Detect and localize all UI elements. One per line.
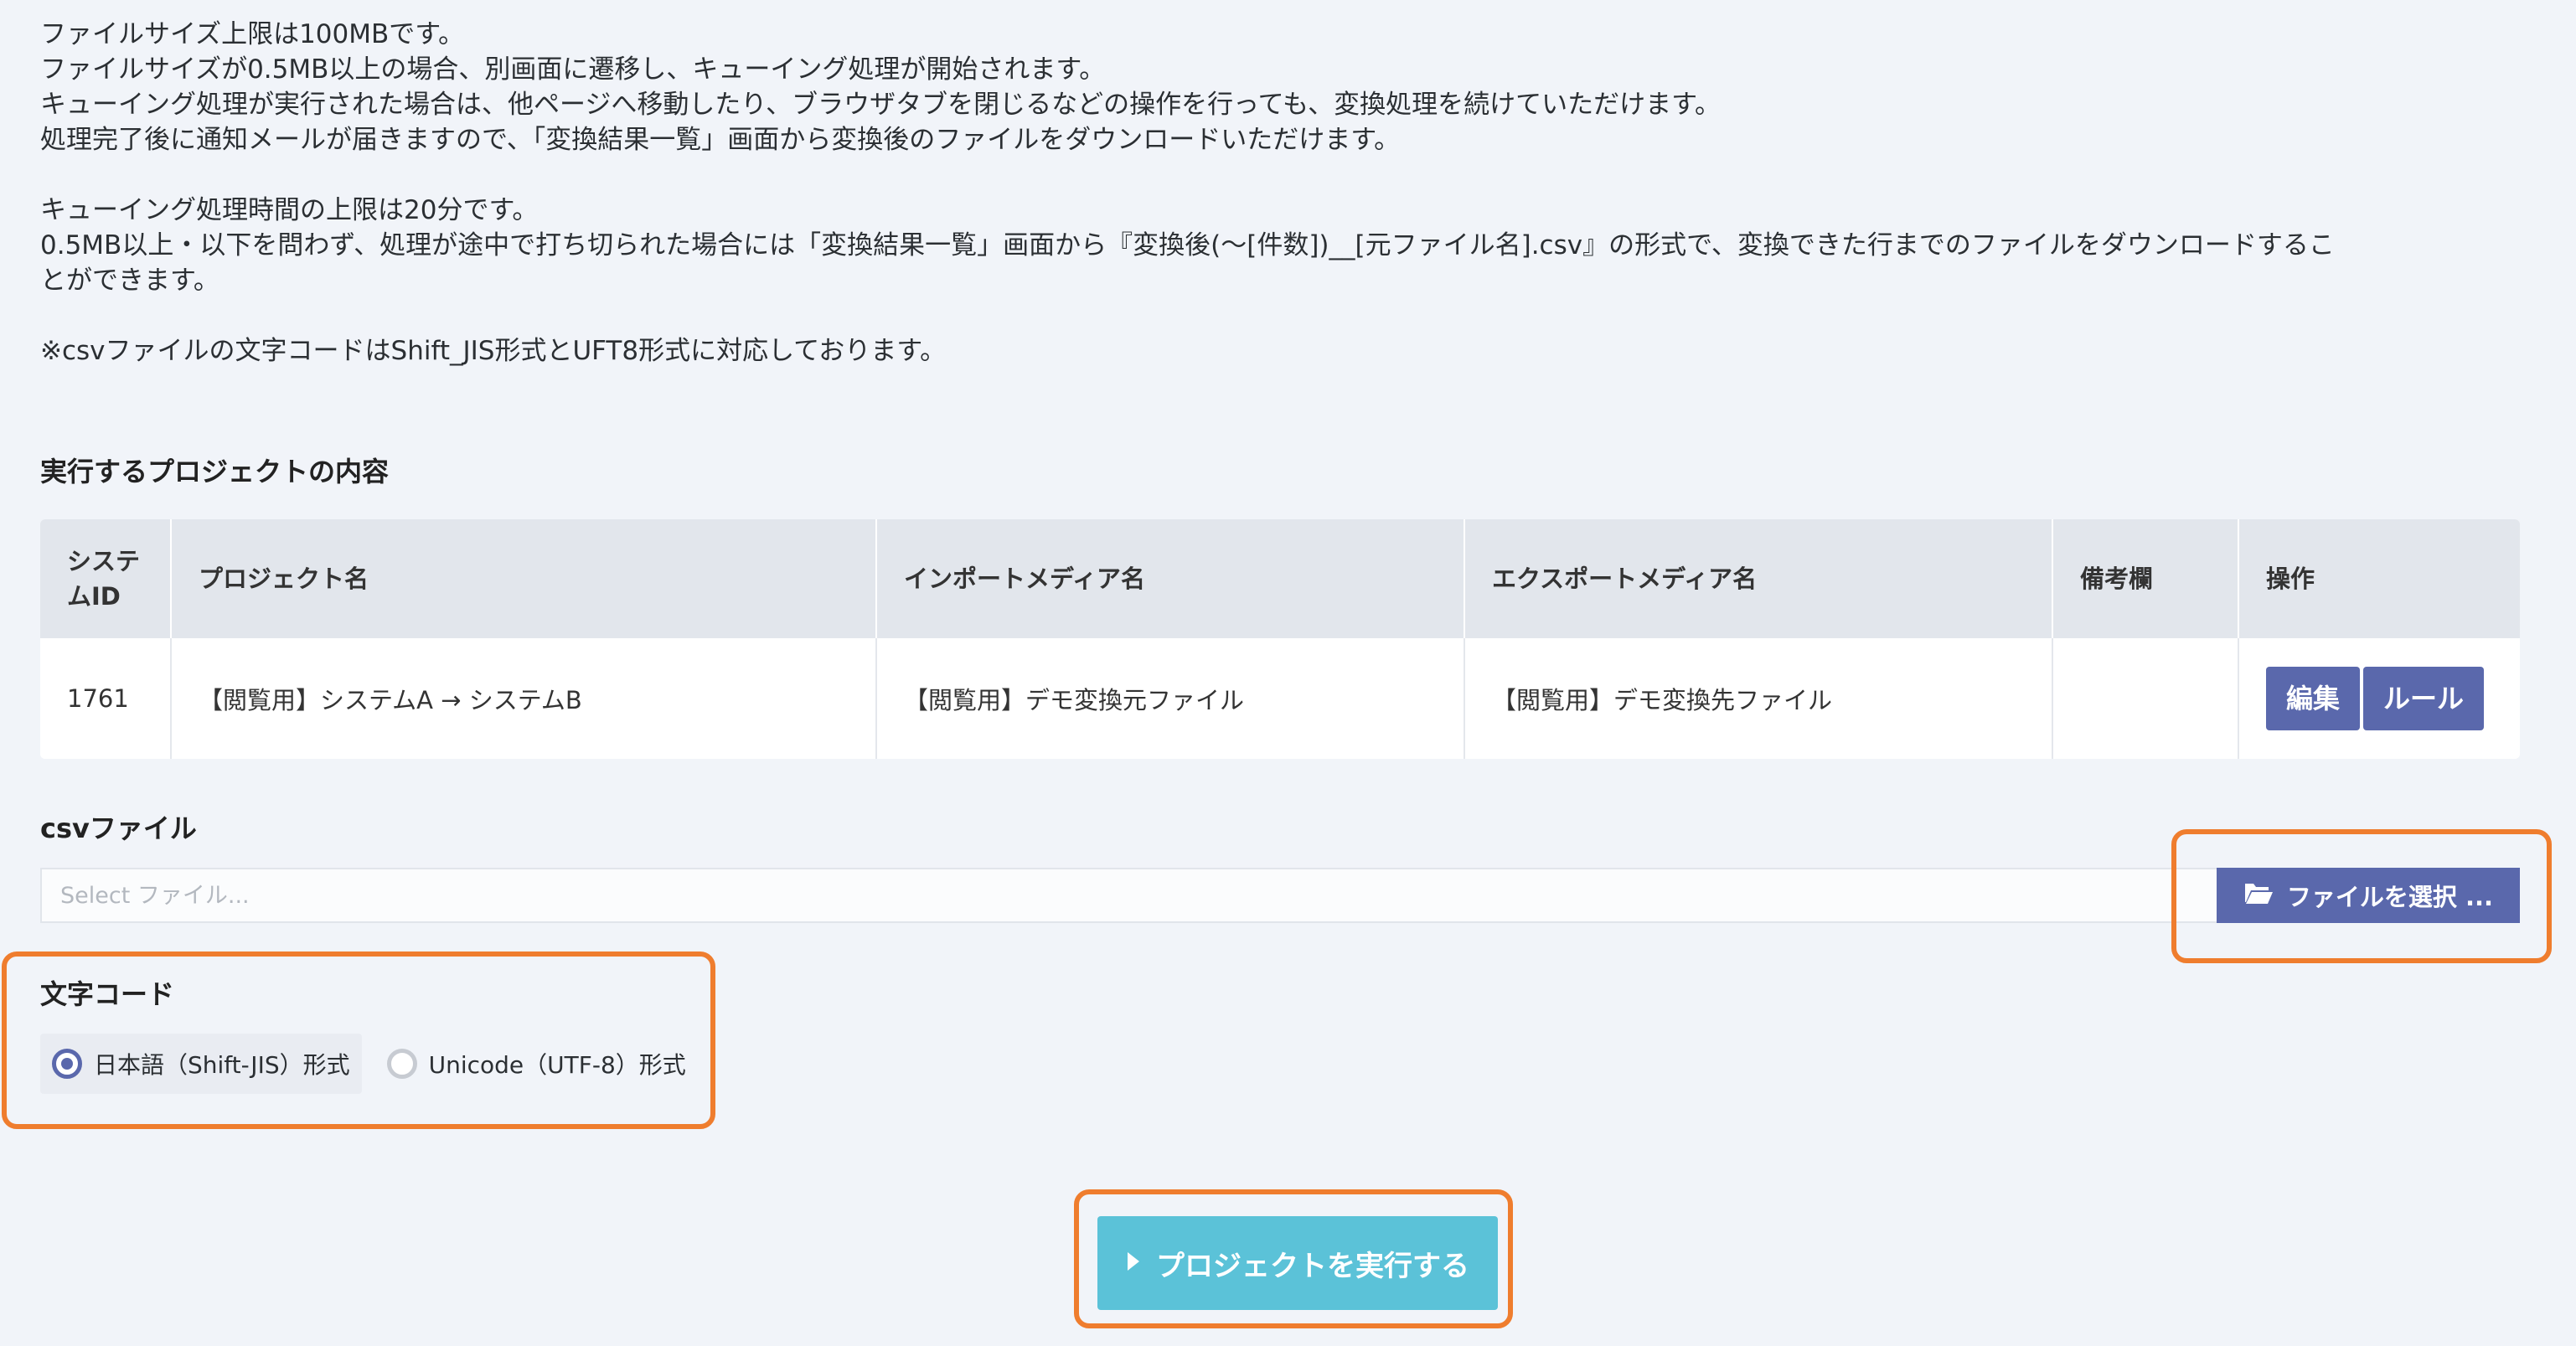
select-file-label: ファイルを選択 ...	[2286, 883, 2494, 911]
project-section-title: 実行するプロジェクトの内容	[40, 456, 390, 487]
radio-utf8[interactable]: Unicode（UTF-8）形式	[375, 1034, 698, 1094]
col-actions: 操作	[2266, 565, 2315, 593]
cell-actions: 編集 ルール	[2238, 638, 2520, 759]
table-row: 1761 【閲覧用】システムA → システムB 【閲覧用】デモ変換元ファイル 【…	[40, 638, 2520, 759]
col-import-media: インポートメディア名	[876, 519, 1465, 638]
csv-section-title: csvファイル	[40, 812, 197, 844]
page: ファイルサイズ上限は100MBです。 ファイルサイズが0.5MB以上の場合、別画…	[0, 0, 2576, 1346]
csv-file-picker: ファイルを選択 ...	[40, 868, 2520, 923]
project-table: システムID プロジェクト名 インポートメディア名 エクスポートメディア名 備考…	[40, 519, 2520, 759]
cell-import-media: 【閲覧用】デモ変換元ファイル	[876, 638, 1465, 759]
cell-remarks	[2052, 638, 2239, 759]
notes-block: ファイルサイズ上限は100MBです。 ファイルサイズが0.5MB以上の場合、別画…	[40, 17, 2537, 369]
radio-label: Unicode（UTF-8）形式	[428, 1051, 686, 1079]
radio-shift-jis[interactable]: 日本語（Shift-JIS）形式	[40, 1034, 362, 1094]
rule-button[interactable]: ルール	[2363, 667, 2485, 730]
play-icon	[1126, 1246, 1141, 1280]
note-line: 0.5MB以上・以下を問わず、処理が途中で打ち切られた場合には「変換結果一覧」画…	[40, 230, 2335, 260]
radio-label: 日本語（Shift-JIS）形式	[94, 1051, 350, 1079]
cell-project-name: 【閲覧用】システムA → システムB	[171, 638, 877, 759]
csv-file-input[interactable]	[40, 868, 2217, 923]
note-line: ※csvファイルの文字コードはShift_JIS形式とUFT8形式に対応しており…	[40, 336, 947, 366]
col-system-id: システムID	[40, 519, 172, 638]
cell-export-media: 【閲覧用】デモ変換先ファイル	[1464, 638, 2053, 759]
encoding-radio-group: 日本語（Shift-JIS）形式 Unicode（UTF-8）形式	[40, 1034, 698, 1094]
col-remarks: 備考欄	[2052, 519, 2239, 638]
select-file-button[interactable]: ファイルを選択 ...	[2217, 868, 2520, 923]
radio-selected-icon	[52, 1049, 82, 1079]
execute-label: プロジェクトを実行する	[1156, 1249, 1469, 1283]
radio-unselected-icon	[386, 1049, 417, 1079]
table-header-row: システムID プロジェクト名 インポートメディア名 エクスポートメディア名 備考…	[40, 519, 2520, 638]
note-line: ファイルサイズ上限は100MBです。	[40, 19, 465, 49]
cell-system-id: 1761	[40, 638, 172, 759]
note-line: 処理完了後に通知メールが届きますので、「変換結果一覧」画面から変換後のファイルを…	[40, 125, 1401, 155]
note-line: ファイルサイズが0.5MB以上の場合、別画面に遷移し、キューイング処理が開始され…	[40, 54, 1106, 85]
note-line: とができます。	[40, 266, 219, 296]
edit-button[interactable]: 編集	[2266, 667, 2361, 730]
col-export-media: エクスポートメディア名	[1464, 519, 2053, 638]
col-project-name: プロジェクト名	[171, 519, 877, 638]
execute-project-button[interactable]: プロジェクトを実行する	[1097, 1216, 1498, 1310]
note-line: キューイング処理が実行された場合は、他ページへ移動したり、ブラウザタブを閉じるな…	[40, 90, 1722, 120]
folder-open-icon	[2243, 880, 2274, 911]
encoding-section-title: 文字コード	[40, 978, 175, 1010]
note-line: キューイング処理時間の上限は20分です。	[40, 195, 539, 225]
